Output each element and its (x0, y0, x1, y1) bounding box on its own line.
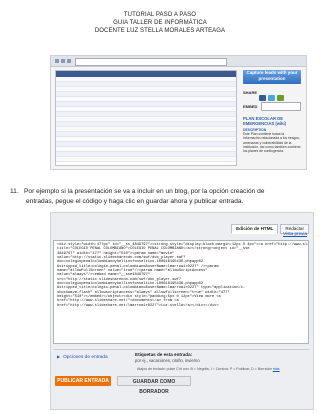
forward-icon[interactable] (61, 59, 65, 63)
post-options-link[interactable]: ▶ Opciones de entrada (57, 354, 108, 360)
embed-code-field[interactable] (261, 102, 301, 111)
facebook-icon[interactable] (259, 95, 266, 101)
back-icon[interactable] (55, 59, 59, 63)
embed-label: EMBED (243, 104, 258, 109)
side-panel: Capture leads with your presentation SHA… (239, 70, 303, 166)
step-number: 11. (10, 188, 19, 195)
slideshare-screenshot: Capture leads with your presentation SHA… (50, 55, 307, 170)
shortcuts-more-link[interactable]: más (273, 367, 280, 371)
keyboard-shortcuts-hint: Atajos de teclado: pulse Ctrl con: B = N… (137, 367, 280, 371)
labels-heading: Etiquetas de esta entrada: (135, 352, 193, 357)
preview-link[interactable]: Vista previa (283, 231, 307, 236)
capture-leads-banner[interactable]: Capture leads with your presentation (243, 70, 301, 84)
presentation-title: PLAN ESCOLAR DE EMERGENCIAS (wiki) (243, 116, 287, 126)
blogger-editor-screenshot: Edición de HTML Redactar Vista previa <di… (50, 212, 314, 410)
post-options-label: Opciones de entrada (63, 355, 108, 360)
step-text-line2: entradas, pegue el código y haga clic en… (26, 198, 244, 205)
reload-icon[interactable] (67, 59, 71, 63)
post-options-bar: ▶ Opciones de entrada Etiquetas de esta e… (53, 349, 309, 366)
address-bar[interactable] (75, 58, 227, 66)
twitter-icon[interactable] (268, 95, 275, 101)
social-buttons (259, 88, 299, 101)
shortcuts-text: Atajos de teclado: pulse Ctrl con: B = N… (137, 367, 272, 371)
triangle-right-icon: ▶ (57, 354, 61, 359)
doc-subtitle: GUIA TALLER DE INFORMÁTICA (113, 20, 207, 26)
description-text: Este Plan contiene todas la información … (243, 132, 301, 154)
doc-author: DOCENTE LUZ STELLA MORALES ARTEAGA (94, 28, 226, 34)
html-code-textarea[interactable]: <div style="width:477px" id="__ss_484979… (53, 240, 309, 344)
doc-title: TUTORIAL PASO A PASO (123, 12, 197, 18)
browser-toolbar (51, 56, 306, 67)
slide-preview[interactable] (55, 70, 237, 166)
share-label: SHARE (243, 90, 258, 95)
tab-html-edit[interactable]: Edición de HTML (231, 224, 279, 234)
description: DESCRIPTION Este Plan contiene todas la … (243, 128, 301, 153)
editor-tabs: Edición de HTML Redactar (229, 217, 309, 234)
share-icon[interactable] (277, 95, 284, 101)
step-11-instructions: 11. Por ejemplo si la presentación se va … (10, 187, 315, 207)
step-text-line1: Por ejemplo si la presentación se va a i… (24, 188, 265, 195)
labels-hint: por ej., vacaciones, otoño, invierno (135, 358, 200, 363)
publish-button[interactable]: PUBLICAR ENTRADA (55, 376, 111, 386)
save-draft-button[interactable]: GUARDAR COMO BORRADOR (117, 376, 191, 395)
